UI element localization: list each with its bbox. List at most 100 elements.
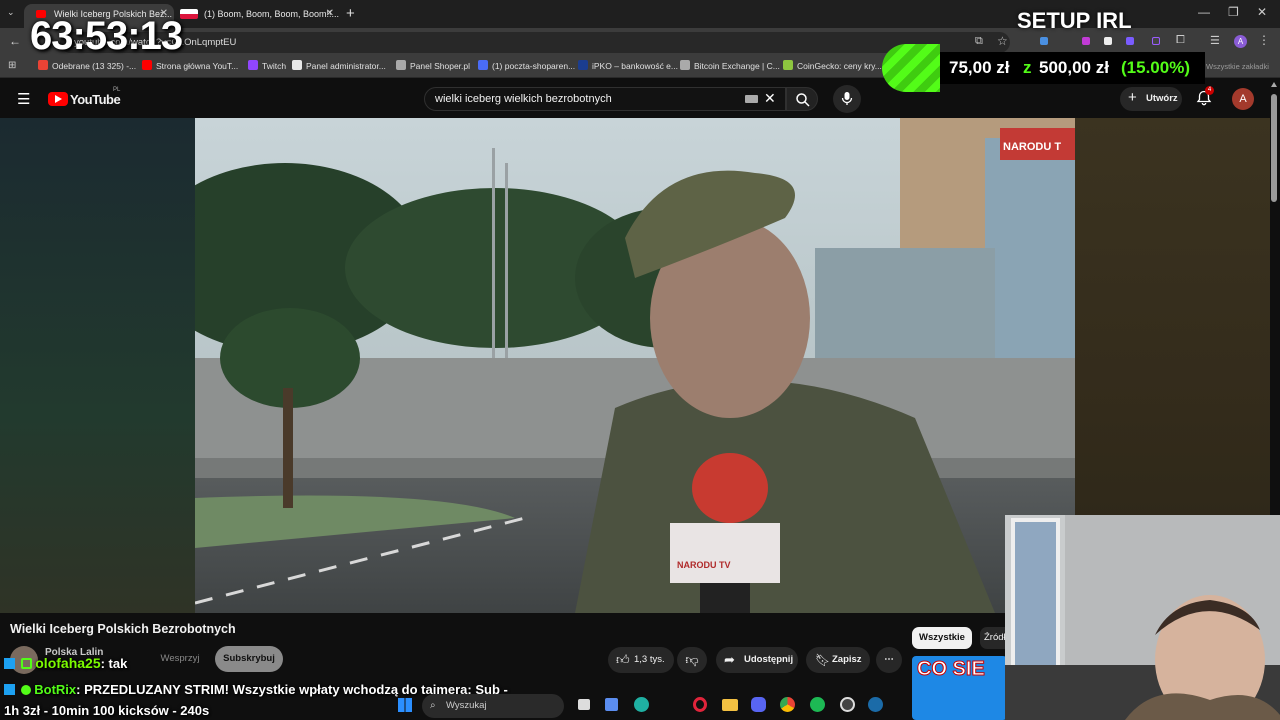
bookmark-label: CoinGecko: ceny kry... (797, 61, 882, 71)
voice-search-button[interactable] (833, 85, 861, 113)
create-button[interactable]: + Utwórz (1120, 87, 1182, 111)
media-control-icon[interactable]: ☰ (1210, 34, 1220, 47)
close-icon[interactable]: ✕ (326, 4, 334, 24)
hamburger-menu-icon[interactable]: ☰ (17, 90, 30, 108)
bookmark-label: Panel administrator... (306, 61, 386, 71)
share-label: Udostępnij (744, 654, 794, 665)
scroll-up-icon[interactable] (1271, 82, 1277, 87)
install-app-icon[interactable]: ⧉ (975, 35, 983, 48)
profile-avatar[interactable]: A (1234, 35, 1247, 48)
chip-all[interactable]: Wszystkie (912, 627, 972, 649)
extension-icon[interactable] (1040, 37, 1048, 45)
taskbar-search-placeholder: Wyszukaj (446, 700, 487, 711)
bookmark-item[interactable]: Twitch (248, 60, 286, 71)
video-player[interactable]: NARODU T NARODU TV (195, 118, 1075, 613)
webcam-overlay (1005, 515, 1280, 720)
clear-search-icon[interactable]: ✕ (764, 90, 776, 107)
thumbs-down-icon: 👎︎ (685, 652, 699, 667)
bookmark-item[interactable]: Strona główna YouT... (142, 60, 238, 71)
discord-icon[interactable] (751, 697, 766, 712)
apps-icon[interactable]: ⊞ (8, 60, 16, 71)
tab-search-icon[interactable]: ⌄ (7, 7, 15, 18)
star-icon[interactable]: ☆ (997, 34, 1008, 48)
obs-icon[interactable] (840, 697, 855, 712)
video-frame: NARODU T NARODU TV (195, 118, 1075, 613)
save-label: Zapisz (832, 654, 862, 665)
back-icon[interactable]: ← (9, 34, 21, 48)
donation-goal-bar: 75,00 zł z 500,00 zł (15.00%) (940, 52, 1205, 84)
support-button[interactable]: Wesprzyj (152, 646, 208, 672)
extension-icon[interactable] (1126, 37, 1134, 45)
mic-flag-text: NARODU TV (677, 560, 731, 570)
keyboard-icon[interactable] (745, 95, 758, 103)
windows-taskbar: ⌕ Wyszukaj (390, 692, 890, 720)
bookmark-item[interactable]: iPKO – bankowość e... (578, 60, 678, 71)
bookmark-item[interactable]: Panel Shoper.pl (396, 60, 470, 71)
youtube-play-icon (48, 92, 68, 106)
banner-text: NARODU T (1003, 141, 1061, 153)
plus-icon: + (1128, 89, 1137, 106)
more-actions-button[interactable]: ⋯ (876, 647, 902, 673)
search-button[interactable] (786, 87, 818, 111)
flag-icon (180, 9, 198, 19)
bookmark-item[interactable]: Bitcoin Exchange | C... (680, 60, 780, 71)
tab-inactive[interactable]: (1) Boom, Boom, Boom, Boom!!... ✕ (174, 4, 340, 28)
bookmark-item[interactable]: Odebrane (13 325) -... (38, 60, 136, 71)
bookmark-favicon-icon (248, 60, 258, 70)
like-count: 1,3 tys. (634, 654, 665, 665)
like-button[interactable]: 👍︎ 1,3 tys. (608, 647, 674, 673)
kick-icon (4, 658, 15, 669)
task-view-icon[interactable] (578, 699, 590, 710)
chip-all-label: Wszystkie (919, 632, 965, 643)
new-tab-icon[interactable]: + (346, 5, 355, 22)
bookmark-label: Strona główna YouT... (156, 61, 239, 71)
steam-icon[interactable] (868, 697, 883, 712)
folder-icon[interactable] (722, 699, 738, 711)
extensions-area[interactable]: ⧠ (1020, 34, 1200, 48)
account-avatar[interactable]: A (1232, 88, 1254, 110)
bookmark-favicon-icon (142, 60, 152, 70)
taskbar-search[interactable]: ⌕ Wyszukaj (422, 694, 564, 718)
kick-icon (4, 684, 15, 695)
spotify-icon[interactable] (810, 697, 825, 712)
scrollbar-thumb[interactable] (1271, 94, 1277, 202)
extension-icon[interactable] (1104, 37, 1112, 45)
bookmark-item[interactable]: (1) poczta-shoparen... (478, 60, 575, 71)
bookmark-item[interactable]: CoinGecko: ceny kry... (783, 60, 882, 71)
puzzle-icon[interactable]: ⧠ (1176, 34, 1185, 47)
maximize-icon[interactable]: ❐ (1228, 5, 1239, 19)
ambient-left (0, 118, 195, 613)
minimize-icon[interactable]: — (1198, 5, 1210, 19)
chip-sources-label: Źródł (984, 632, 1006, 643)
search-icon (796, 93, 810, 107)
recommended-thumbnail[interactable]: CO SIE (912, 656, 1007, 720)
windows-start-icon[interactable] (398, 698, 412, 712)
menu-icon[interactable]: ⋮ (1258, 33, 1270, 47)
search-value: wielki iceberg wielkich bezrobotnych (435, 93, 612, 105)
search-icon: ⌕ (430, 700, 436, 711)
address-bar[interactable]: youtube.com/watch?v=G1OnLqmptEU (60, 32, 1010, 53)
subscribe-button[interactable]: Subskrybuj (215, 646, 283, 672)
extension-icon[interactable] (1082, 37, 1090, 45)
opera-icon[interactable] (693, 697, 707, 712)
edge-icon[interactable] (634, 697, 649, 712)
webcam-image (1005, 515, 1280, 720)
store-icon[interactable] (605, 698, 618, 711)
share-button[interactable]: ➦ Udostępnij (716, 647, 798, 673)
donation-percent: (15.00%) (1121, 58, 1190, 77)
extension-icon[interactable] (1152, 37, 1160, 45)
page-scrollbar[interactable] (1271, 82, 1277, 202)
notifications-button[interactable]: 4 (1196, 86, 1214, 108)
setup-label: SETUP IRL (1017, 8, 1132, 33)
donation-progress-icon (882, 44, 940, 92)
window-close-icon[interactable]: ✕ (1257, 5, 1267, 19)
save-button[interactable]: 🔖︎ Zapisz (806, 647, 870, 673)
video-title: Wielki Iceberg Polskich Bezrobotnych (10, 622, 236, 636)
bookmark-favicon-icon (680, 60, 690, 70)
bookmark-item[interactable]: Panel administrator... (292, 60, 386, 71)
all-bookmarks[interactable]: Wszystkie zakładki (1206, 62, 1269, 71)
search-input[interactable]: wielki iceberg wielkich bezrobotnych (424, 87, 786, 111)
chrome-icon[interactable] (780, 697, 795, 712)
bookmark-favicon-icon (578, 60, 588, 70)
dislike-button[interactable]: 👎︎ (677, 647, 707, 673)
